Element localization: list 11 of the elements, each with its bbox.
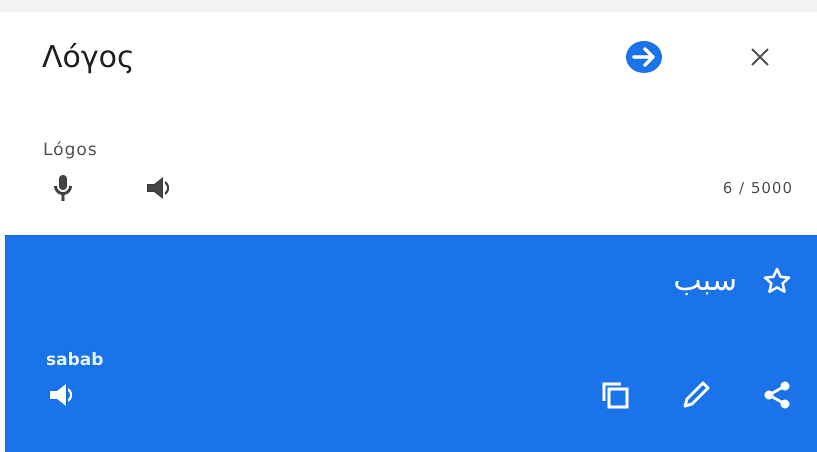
close-icon[interactable]: [749, 46, 771, 68]
star-icon[interactable]: [763, 266, 791, 294]
source-text: Λόγος: [42, 40, 136, 74]
translation-transliteration: sabab: [46, 350, 104, 370]
source-transliteration: Lógos: [43, 140, 98, 160]
copy-icon[interactable]: [601, 381, 629, 409]
character-count: 6 / 5000: [722, 179, 793, 197]
microphone-icon[interactable]: [52, 174, 74, 202]
share-icon[interactable]: [763, 381, 791, 409]
pencil-icon[interactable]: [681, 380, 711, 410]
translation-text: سبب: [673, 263, 737, 298]
